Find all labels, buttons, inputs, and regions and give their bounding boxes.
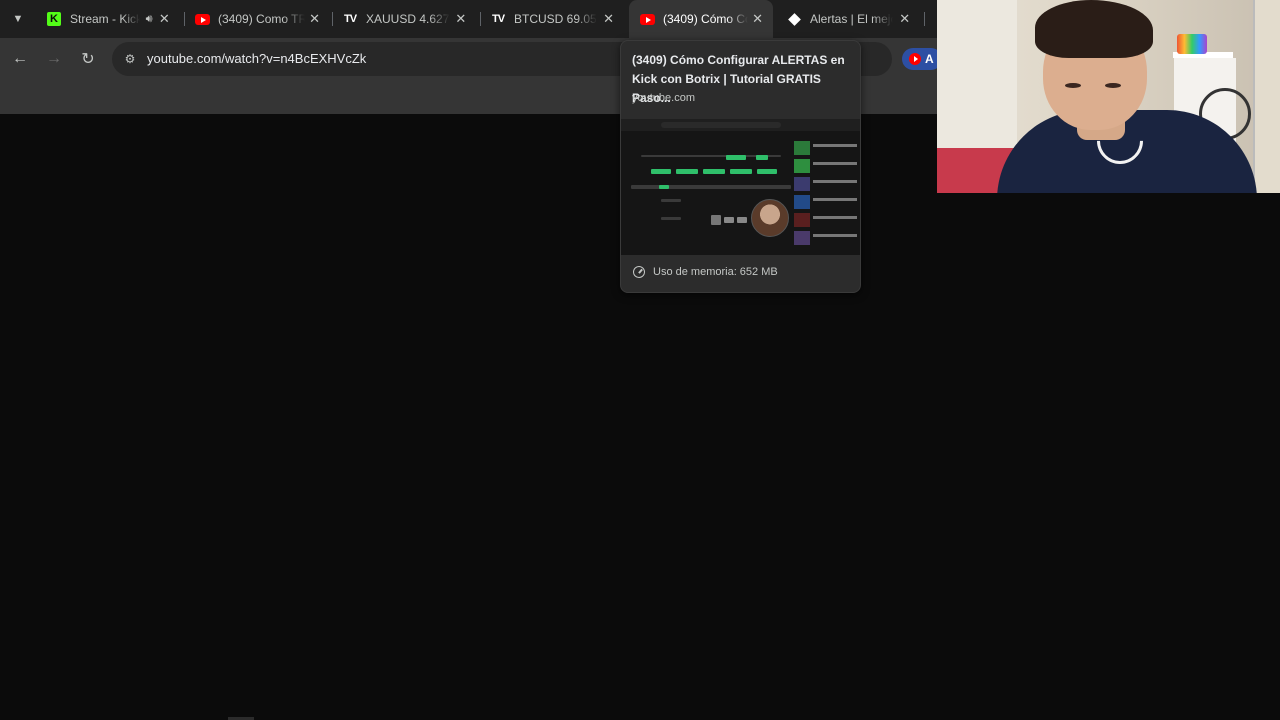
arrow-right-icon: → [46, 50, 62, 67]
memory-gauge-icon [633, 266, 645, 278]
tab-search-button[interactable]: ▼ [6, 7, 30, 31]
youtube-favicon-icon [639, 11, 655, 27]
tab-stream-kick[interactable]: K Stream - Kick 🔊︎ ✕ [36, 0, 182, 38]
tab-title: Stream - Kick [70, 12, 140, 26]
chevron-down-icon: ▼ [12, 13, 24, 25]
close-icon[interactable]: ✕ [897, 11, 912, 27]
tab-xauusd[interactable]: TV XAUUSD 4.627,4 ✕ [332, 0, 478, 38]
forward-button[interactable]: → [42, 47, 66, 71]
youtube-favicon-icon [194, 11, 210, 27]
tab-title: XAUUSD 4.627,4 [366, 12, 450, 26]
tab-hover-card: (3409) Cómo Configurar ALERTAS en Kick c… [620, 40, 861, 293]
close-icon[interactable]: ✕ [309, 11, 320, 27]
speaker-icon[interactable]: 🔊︎ [146, 13, 153, 26]
hover-card-domain: youtube.com [632, 92, 695, 104]
webcam-overlay [937, 0, 1280, 193]
kick-favicon-icon: K [46, 11, 62, 27]
tab-divider [924, 12, 925, 26]
address-url[interactable]: youtube.com/watch?v=n4BcEXHVcZk [147, 51, 366, 66]
memory-usage-text: Uso de memoria: 652 MB [653, 266, 778, 278]
reload-icon: ↻ [81, 51, 95, 68]
hover-card-thumbnail [621, 119, 860, 255]
reload-button[interactable]: ↻ [76, 47, 100, 71]
site-settings-icon[interactable]: ⚙︎ [122, 51, 138, 67]
tab-title: BTCUSD 69.054 [514, 12, 598, 26]
arrow-left-icon: ← [12, 50, 28, 67]
tab-alertas[interactable]: Alertas | El mejor ✕ [776, 0, 922, 38]
tradingview-favicon-icon: TV [491, 13, 505, 25]
close-icon[interactable]: ✕ [157, 11, 172, 27]
back-button[interactable]: ← [8, 47, 32, 71]
tradingview-favicon-icon: TV [343, 13, 357, 25]
tab-title: (3409) Como TRADEAR [218, 12, 306, 26]
tab-btcusd[interactable]: TV BTCUSD 69.054 ✕ [480, 0, 626, 38]
tab-youtube-tradear[interactable]: (3409) Como TRADEAR ✕ [184, 0, 330, 38]
tab-title: Alertas | El mejor [810, 12, 894, 26]
close-icon[interactable]: ✕ [454, 11, 468, 27]
youtube-icon [909, 53, 921, 65]
diamond-favicon-icon [786, 11, 802, 27]
hover-card-memory: Uso de memoria: 652 MB [633, 266, 778, 278]
extension-chip[interactable]: A [902, 48, 942, 70]
extension-chip-label: A [925, 52, 934, 66]
close-icon[interactable]: ✕ [752, 11, 763, 27]
tab-youtube-configurar[interactable]: (3409) Cómo Configurar ✕ [629, 0, 773, 38]
tab-title: (3409) Cómo Configurar [663, 12, 748, 26]
close-icon[interactable]: ✕ [601, 11, 616, 27]
